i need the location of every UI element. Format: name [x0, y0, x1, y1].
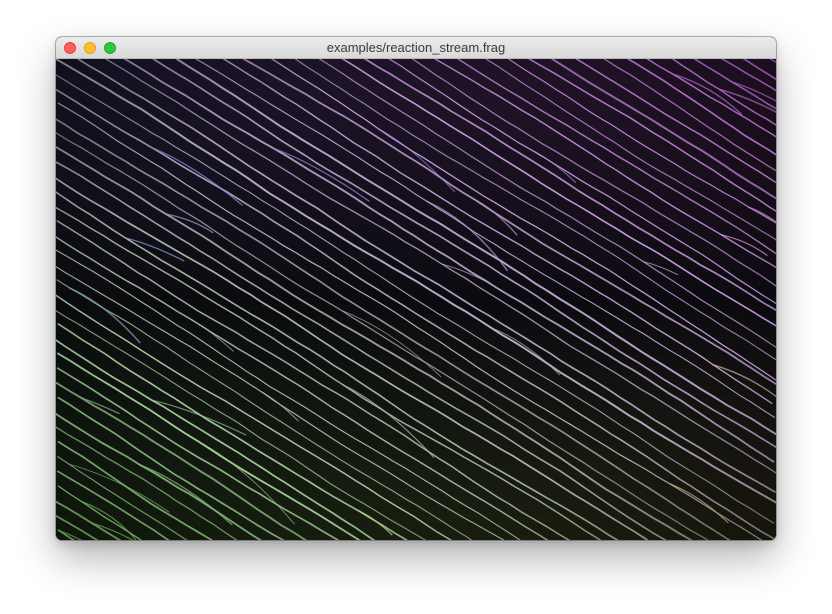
shader-canvas[interactable] — [56, 59, 776, 540]
app-window: examples/reaction_stream.frag — [56, 37, 776, 540]
vignette — [56, 59, 776, 540]
window-title: examples/reaction_stream.frag — [326, 40, 506, 55]
shader-output — [56, 59, 776, 540]
title-bar[interactable]: examples/reaction_stream.frag — [56, 37, 776, 59]
